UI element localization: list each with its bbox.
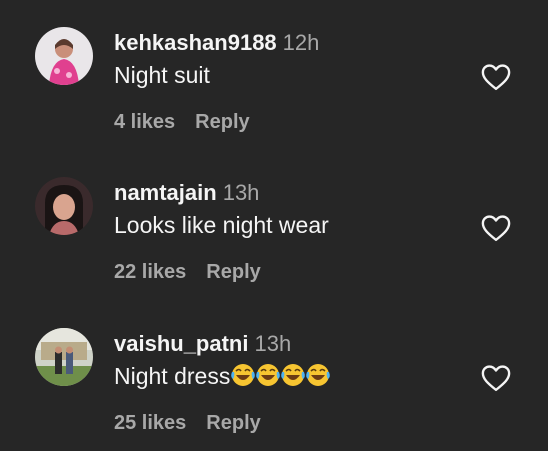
heart-outline-icon[interactable] <box>481 63 511 91</box>
avatar[interactable] <box>35 27 93 85</box>
likes-count[interactable]: 22 likes <box>114 261 186 283</box>
comment-meta: vaishu_patni 13h <box>114 331 291 357</box>
likes-count[interactable]: 25 likes <box>114 412 186 434</box>
username[interactable]: namtajain <box>114 180 217 205</box>
comment-item: kehkashan9188 12h Night suit 4 likes Reply <box>0 0 548 150</box>
comment-text: Looks like night wear <box>114 212 329 238</box>
comment-meta: kehkashan9188 12h <box>114 30 319 56</box>
tears-of-joy-emoji-icon <box>231 363 331 393</box>
comment-meta: namtajain 13h <box>114 180 259 206</box>
username[interactable]: vaishu_patni <box>114 331 248 356</box>
comment-text: Night suit <box>114 62 210 88</box>
reply-button[interactable]: Reply <box>206 261 260 283</box>
likes-count[interactable]: 4 likes <box>114 111 175 133</box>
timestamp: 12h <box>282 30 320 55</box>
heart-outline-icon[interactable] <box>481 364 511 392</box>
comment-actions: 25 likes Reply <box>114 411 261 435</box>
comment-item: namtajain 13h Looks like night wear 22 li… <box>0 150 548 300</box>
comment-actions: 22 likes Reply <box>114 260 261 284</box>
avatar[interactable] <box>35 177 93 235</box>
comment-text: Night dress😂😂😂😂 <box>114 362 331 393</box>
avatar[interactable] <box>35 328 93 386</box>
comment-item: vaishu_patni13h Night dress😂😂😂😂 <box>0 301 548 451</box>
timestamp: 13h <box>254 331 292 356</box>
timestamp: 13h <box>222 180 260 205</box>
comment-text-body: Night dress <box>114 363 231 389</box>
reply-button[interactable]: Reply <box>206 412 260 434</box>
reply-button[interactable]: Reply <box>195 111 249 133</box>
comment-actions: 4 likes Reply <box>114 110 250 134</box>
heart-outline-icon[interactable] <box>481 214 511 242</box>
username[interactable]: kehkashan9188 <box>114 30 277 55</box>
